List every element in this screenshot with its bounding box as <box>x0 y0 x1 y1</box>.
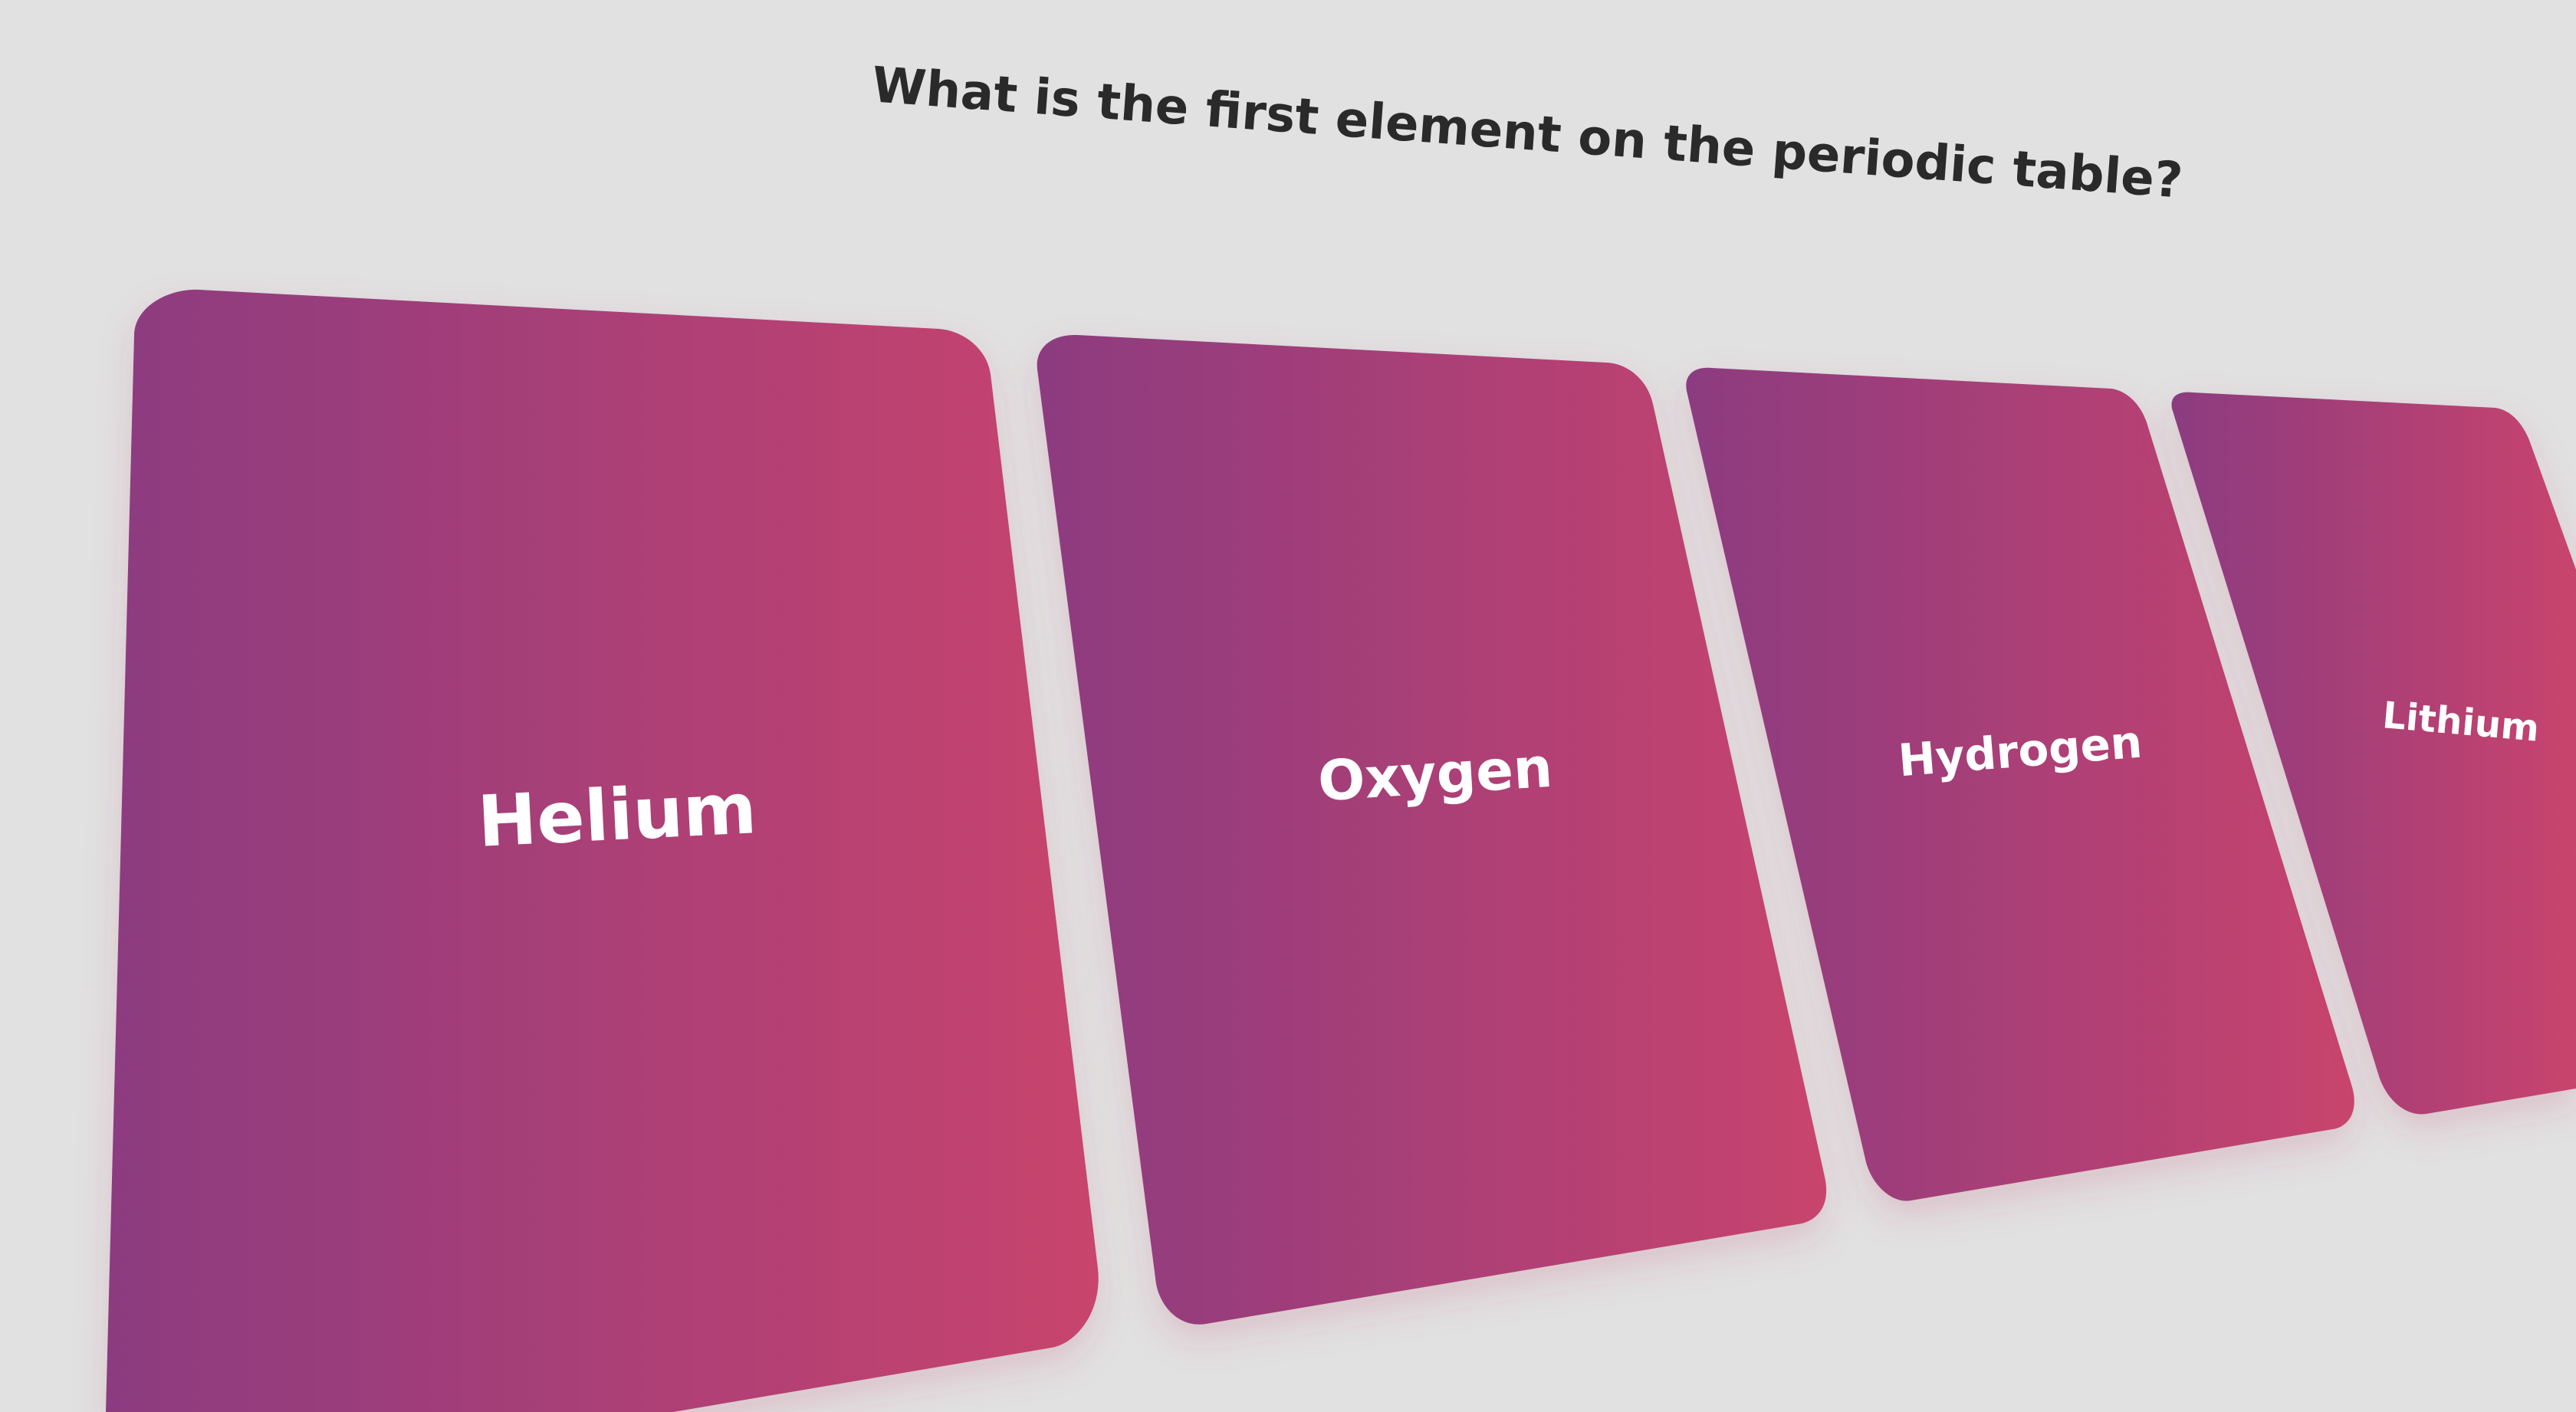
quiz-screen: What is the first element on the periodi… <box>0 0 2576 1412</box>
answer-label-helium: Helium <box>476 767 759 863</box>
quiz-canvas: What is the first element on the periodi… <box>0 0 2576 1412</box>
answer-card-helium[interactable]: Helium <box>106 289 1099 1412</box>
